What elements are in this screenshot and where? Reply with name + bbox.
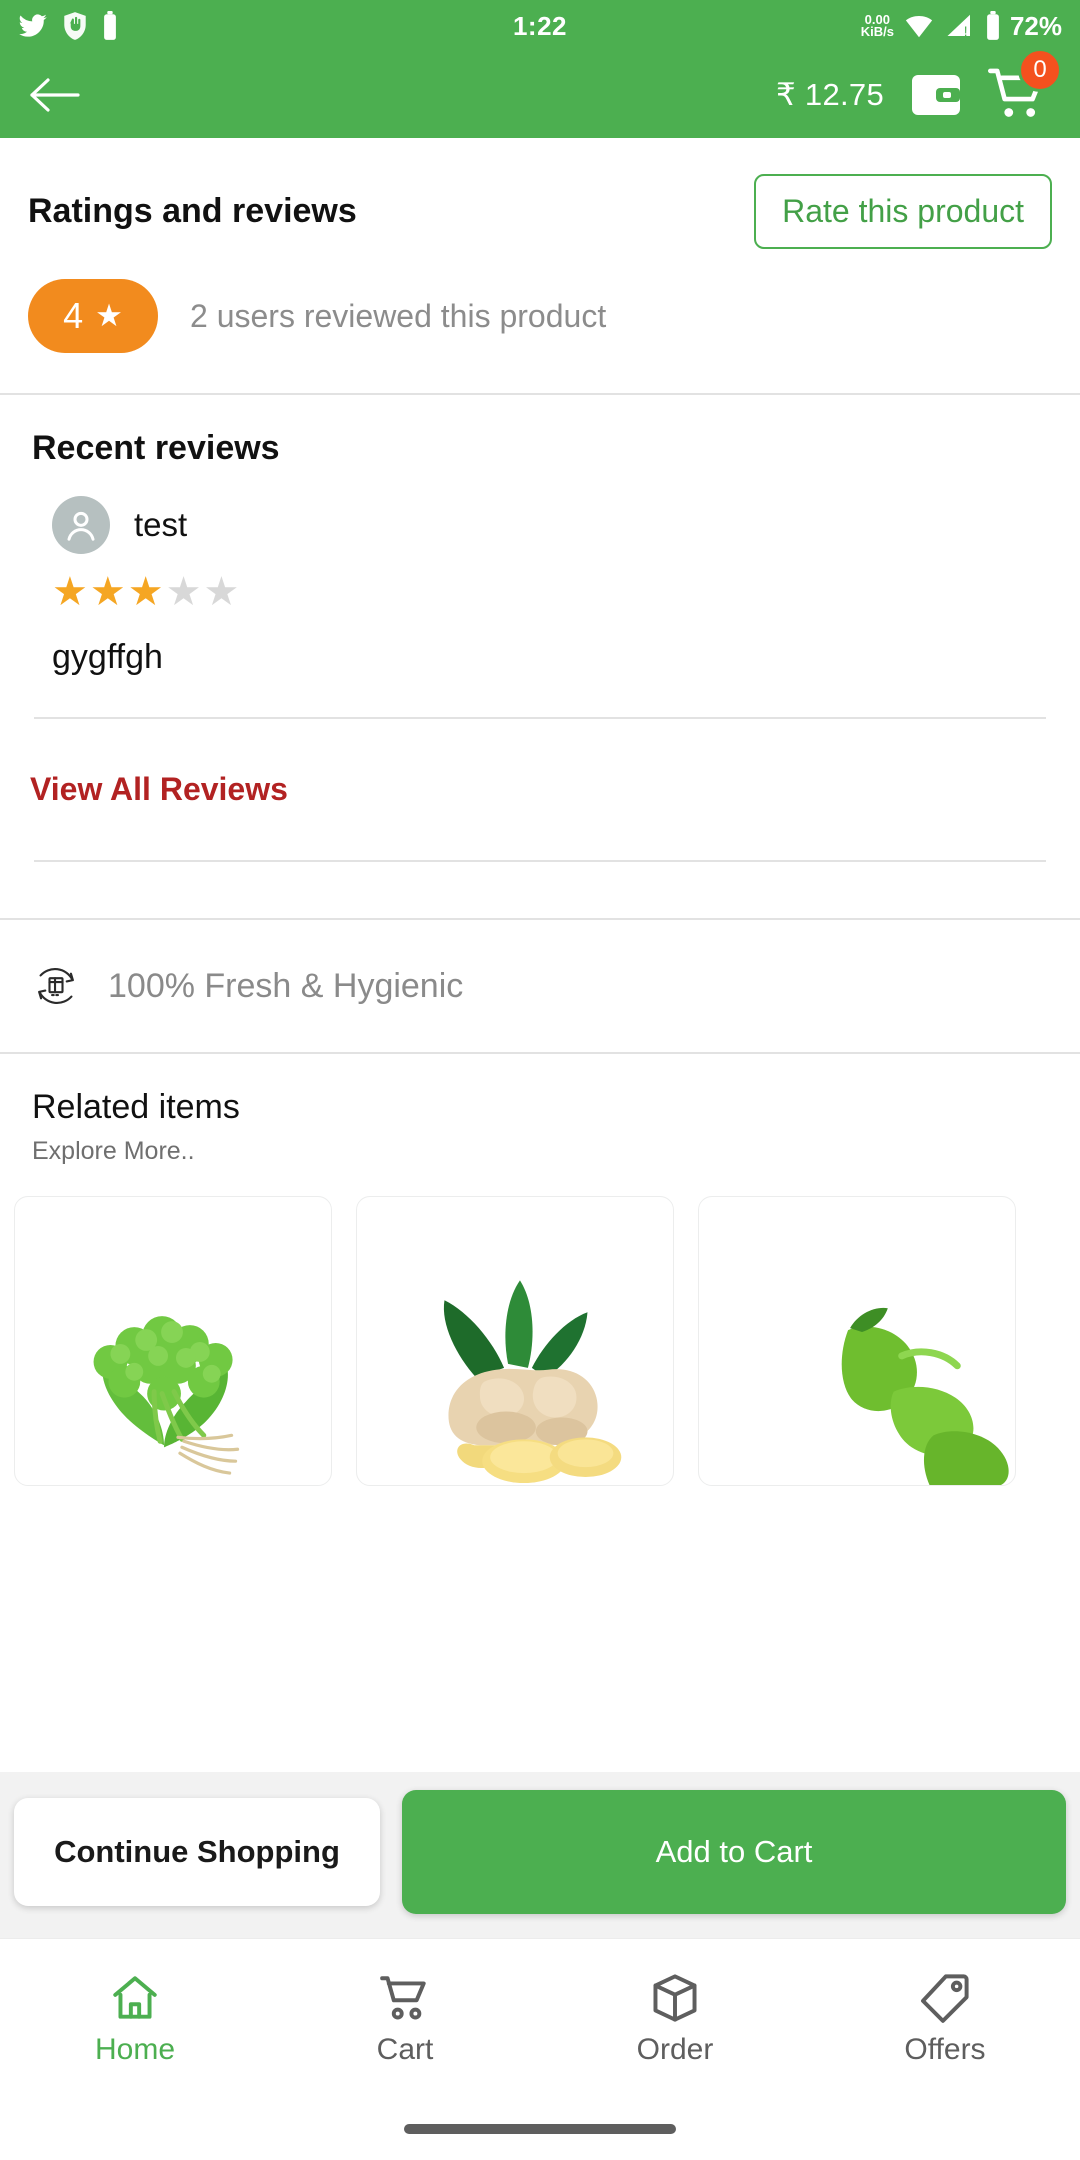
related-items-header: Related items Explore More.. xyxy=(0,1054,1080,1166)
review-author-name: test xyxy=(134,506,188,543)
ratings-header: Ratings and reviews Rate this product xyxy=(0,138,1080,249)
gesture-pill[interactable] xyxy=(404,2124,676,2134)
recent-reviews-title: Recent reviews xyxy=(32,429,280,467)
cart-badge-count: 0 xyxy=(1018,48,1062,92)
tag-icon xyxy=(921,1973,969,2023)
add-to-cart-button[interactable]: Add to Cart xyxy=(402,1790,1066,1914)
related-items-carousel[interactable] xyxy=(0,1166,1080,1486)
review-comment-text: gygffgh xyxy=(52,638,163,676)
continue-shopping-button[interactable]: Continue Shopping xyxy=(14,1798,380,1906)
fresh-hygienic-banner: 100% Fresh & Hygienic xyxy=(0,920,1080,1052)
toolbar-actions: ₹ 12.75 0 xyxy=(776,48,1062,124)
review-count-label: 2 users reviewed this product xyxy=(190,297,607,334)
nav-item-offers[interactable]: Offers xyxy=(810,1971,1080,2067)
status-bar-right-icons: 0.00 KiB/s ! 72% xyxy=(861,11,1062,42)
review-item[interactable]: test ★★★★★ gygffgh xyxy=(0,468,1080,717)
bottom-navigation: Home Cart Order Offers xyxy=(0,1938,1080,2098)
star-filled-icon-1: ★ xyxy=(52,570,90,614)
battery-icon xyxy=(987,11,999,40)
section-gap xyxy=(0,862,1080,918)
status-bar: 1:22 0.00 KiB/s ! 72% xyxy=(0,0,1080,52)
nav-label-offers: Offers xyxy=(904,2032,986,2066)
average-rating-value: 4 xyxy=(63,295,84,336)
related-items-title: Related items xyxy=(32,1088,240,1126)
app-toolbar: ₹ 12.75 0 xyxy=(0,48,1080,138)
rate-this-product-button[interactable]: Rate this product xyxy=(754,174,1052,249)
star-filled-icon-3: ★ xyxy=(127,570,166,614)
nav-item-home[interactable]: Home xyxy=(0,1971,270,2067)
star-filled-icon-2: ★ xyxy=(89,570,128,614)
nav-label-order: Order xyxy=(636,2032,714,2066)
avatar xyxy=(52,496,110,554)
network-speed-unit: KiB/s xyxy=(860,24,894,39)
coriander-bunch-image xyxy=(93,1316,240,1475)
star-icon: ★ xyxy=(95,298,123,333)
svg-text:!: ! xyxy=(964,24,968,39)
box-icon xyxy=(653,1973,697,2022)
related-product-card[interactable] xyxy=(14,1196,332,1486)
wifi-icon xyxy=(905,16,933,38)
star-empty-icon-5: ★ xyxy=(203,570,242,614)
product-detail-content: Ratings and reviews Rate this product 4 … xyxy=(0,138,1080,1486)
product-action-bar: Continue Shopping Add to Cart xyxy=(0,1772,1080,1938)
battery-percent-label: 72% xyxy=(1009,10,1062,41)
person-avatar-icon xyxy=(67,511,95,541)
related-product-card[interactable] xyxy=(698,1196,1016,1486)
view-all-reviews-link[interactable]: View All Reviews xyxy=(0,719,1080,860)
nav-item-order[interactable]: Order xyxy=(540,1971,810,2067)
fresh-hygienic-label: 100% Fresh & Hygienic xyxy=(108,966,464,1005)
wallet-icon[interactable] xyxy=(910,71,962,119)
average-rating-badge: 4 ★ xyxy=(28,279,158,353)
ginger-root-image xyxy=(443,1280,622,1484)
rating-summary-row: 4 ★ 2 users reviewed this product xyxy=(0,249,1080,393)
wallet-balance-label[interactable]: ₹ 12.75 xyxy=(776,77,884,113)
arrow-left-icon xyxy=(30,78,80,112)
green-chilli-image xyxy=(841,1307,1009,1485)
network-speed-indicator: 0.00 KiB/s xyxy=(860,13,894,39)
home-icon xyxy=(113,1975,157,2019)
nav-label-cart: Cart xyxy=(376,2032,434,2066)
fresh-box-rotate-icon xyxy=(38,968,74,1004)
review-star-rating: ★★★★★ xyxy=(52,572,1052,612)
cart-icon xyxy=(380,1975,426,2019)
back-button[interactable] xyxy=(24,65,84,125)
cart-button[interactable]: 0 xyxy=(988,48,1062,124)
signal-icon: ! xyxy=(947,14,970,39)
related-product-card[interactable] xyxy=(356,1196,674,1486)
related-items-subtitle: Explore More.. xyxy=(32,1137,195,1165)
nav-label-home: Home xyxy=(94,2032,176,2066)
star-empty-icon-4: ★ xyxy=(165,570,204,614)
system-gesture-bar xyxy=(0,2098,1080,2160)
ratings-section-title: Ratings and reviews xyxy=(28,192,357,230)
nav-item-cart[interactable]: Cart xyxy=(270,1971,540,2067)
review-user-row: test xyxy=(52,496,1052,554)
